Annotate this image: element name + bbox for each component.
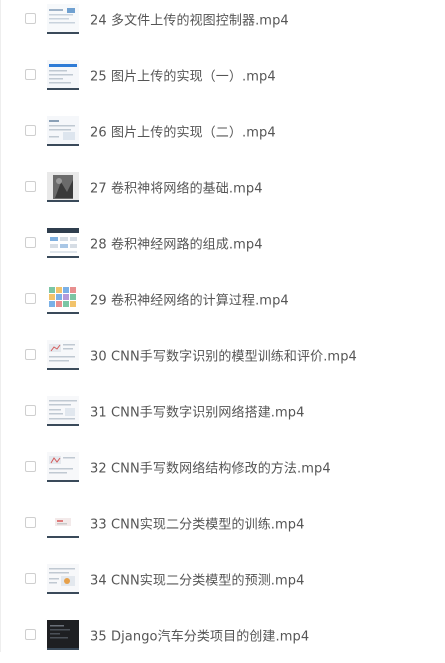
list-item[interactable]: 30 CNN手写数字识别的模型训练和评价.mp4 [1, 327, 445, 383]
file-name[interactable]: 31 CNN手写数字识别网络搭建.mp4 [90, 402, 305, 421]
list-item[interactable]: 27 卷积神将网络的基础.mp4 [1, 159, 445, 215]
photo-thumbnail-icon [47, 172, 79, 202]
list-item[interactable]: 31 CNN手写数字识别网络搭建.mp4 [1, 383, 445, 439]
file-name[interactable]: 34 CNN实现二分类模型的预测.mp4 [90, 570, 305, 589]
list-item[interactable]: 32 CNN手写数网络结构修改的方法.mp4 [1, 439, 445, 495]
file-name[interactable]: 32 CNN手写数网络结构修改的方法.mp4 [90, 458, 331, 477]
file-name[interactable]: 30 CNN手写数字识别的模型训练和评价.mp4 [90, 346, 357, 365]
checkbox[interactable] [25, 629, 36, 640]
doc-thumbnail-icon [47, 60, 79, 90]
file-name[interactable]: 25 图片上传的实现（一）.mp4 [90, 66, 276, 85]
doc-thumbnail-icon [47, 452, 79, 482]
list-item[interactable]: 34 CNN实现二分类模型的预测.mp4 [1, 551, 445, 607]
list-item[interactable]: 29 卷积神经网络的计算过程.mp4 [1, 271, 445, 327]
file-list: 24 多文件上传的视图控制器.mp4 25 图片上传的实现（一）.mp4 26 … [0, 0, 445, 652]
checkbox[interactable] [25, 461, 36, 472]
file-name[interactable]: 29 卷积神经网络的计算过程.mp4 [90, 290, 289, 309]
checkbox[interactable] [25, 349, 36, 360]
doc-thumbnail-icon [47, 4, 79, 34]
dark-thumbnail-icon [47, 620, 79, 650]
list-item[interactable]: 28 卷积神经网路的组成.mp4 [1, 215, 445, 271]
doc-thumbnail-icon [47, 508, 79, 538]
list-item[interactable]: 35 Django汽车分类项目的创建.mp4 [1, 607, 445, 663]
file-name[interactable]: 26 图片上传的实现（二）.mp4 [90, 122, 276, 141]
doc-thumbnail-icon [47, 564, 79, 594]
table-thumbnail-icon [47, 228, 79, 258]
file-name[interactable]: 35 Django汽车分类项目的创建.mp4 [90, 626, 309, 645]
file-name[interactable]: 28 卷积神经网路的组成.mp4 [90, 234, 263, 253]
list-item[interactable]: 26 图片上传的实现（二）.mp4 [1, 103, 445, 159]
list-item[interactable]: 33 CNN实现二分类模型的训练.mp4 [1, 495, 445, 551]
checkbox[interactable] [25, 125, 36, 136]
checkbox[interactable] [25, 293, 36, 304]
file-name[interactable]: 24 多文件上传的视图控制器.mp4 [90, 10, 289, 29]
checkbox[interactable] [25, 517, 36, 528]
file-name[interactable]: 27 卷积神将网络的基础.mp4 [90, 178, 263, 197]
checkbox[interactable] [25, 237, 36, 248]
doc-thumbnail-icon [47, 396, 79, 426]
file-name[interactable]: 33 CNN实现二分类模型的训练.mp4 [90, 514, 305, 533]
checkbox[interactable] [25, 405, 36, 416]
list-item[interactable]: 25 图片上传的实现（一）.mp4 [1, 47, 445, 103]
checkbox[interactable] [25, 181, 36, 192]
grid-thumbnail-icon [47, 284, 79, 314]
checkbox[interactable] [25, 69, 36, 80]
list-item[interactable]: 24 多文件上传的视图控制器.mp4 [1, 0, 445, 47]
doc-thumbnail-icon [47, 116, 79, 146]
doc-thumbnail-icon [47, 340, 79, 370]
checkbox[interactable] [25, 13, 36, 24]
checkbox[interactable] [25, 573, 36, 584]
